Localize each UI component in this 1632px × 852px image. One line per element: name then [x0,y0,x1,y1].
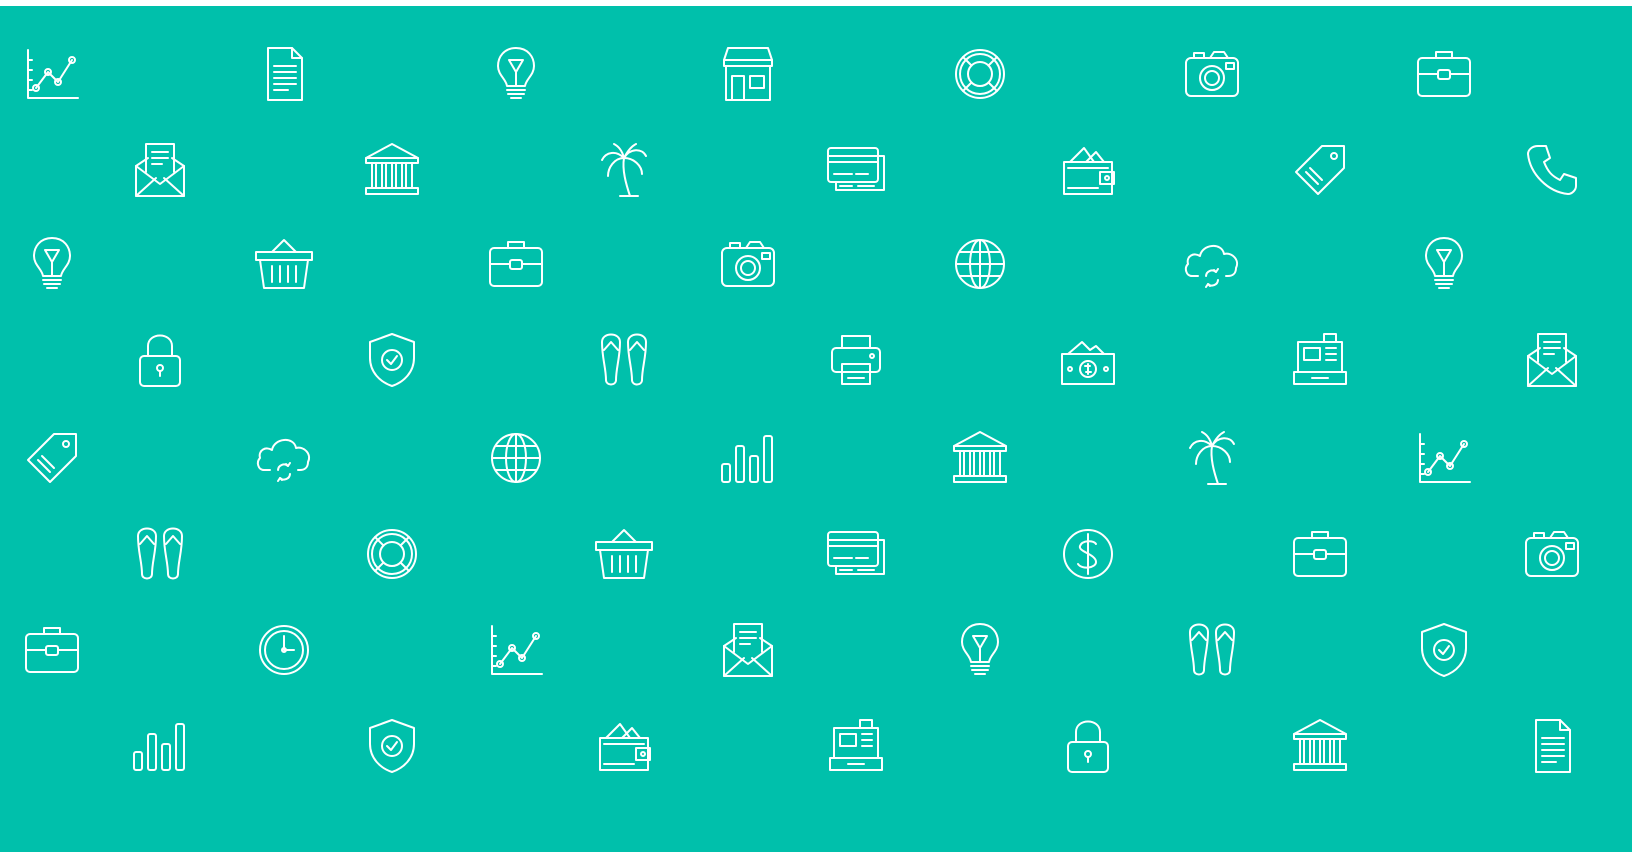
price-tag-icon [1288,138,1352,202]
flip-flops-icon [1180,618,1244,682]
line-chart-icon [1412,426,1476,490]
cash-register-icon [824,714,888,778]
bar-chart-icon [716,426,780,490]
document-icon [1520,714,1584,778]
envelope-letter-icon [128,138,192,202]
lightbulb-icon [20,232,84,296]
camera-icon [1180,42,1244,106]
lightbulb-icon [948,618,1012,682]
credit-cards-icon [824,522,888,586]
camera-icon [1520,522,1584,586]
shield-check-icon [1412,618,1476,682]
briefcase-icon [1288,522,1352,586]
basket-icon [252,232,316,296]
briefcase-icon [484,232,548,296]
shield-check-icon [360,714,424,778]
briefcase-icon [20,618,84,682]
document-icon [252,42,316,106]
printer-icon [824,328,888,392]
cloud-sync-icon [1180,232,1244,296]
lightbulb-icon [484,42,548,106]
flip-flops-icon [128,522,192,586]
padlock-icon [1056,714,1120,778]
camera-icon [716,232,780,296]
shield-check-icon [360,328,424,392]
credit-cards-icon [824,138,888,202]
bank-icon [360,138,424,202]
globe-icon [948,232,1012,296]
cloud-sync-icon [252,426,316,490]
envelope-letter-icon [1520,328,1584,392]
dollar-coin-icon [1056,522,1120,586]
palm-tree-icon [592,138,656,202]
bar-chart-icon [128,714,192,778]
lifebuoy-icon [948,42,1012,106]
line-chart-icon [20,42,84,106]
icon-pattern-background [0,6,1632,852]
phone-icon [1520,138,1584,202]
flip-flops-icon [592,328,656,392]
bank-icon [948,426,1012,490]
bank-icon [1288,714,1352,778]
lifebuoy-icon [360,522,424,586]
clock-icon [252,618,316,682]
basket-icon [592,522,656,586]
cash-icon [1056,328,1120,392]
wallet-icon [592,714,656,778]
envelope-letter-icon [716,618,780,682]
line-chart-icon [484,618,548,682]
cash-register-icon [1288,328,1352,392]
wallet-icon [1056,138,1120,202]
lightbulb-icon [1412,232,1476,296]
briefcase-icon [1412,42,1476,106]
price-tag-icon [20,426,84,490]
storefront-icon [716,42,780,106]
padlock-icon [128,328,192,392]
globe-icon [484,426,548,490]
palm-tree-icon [1180,426,1244,490]
